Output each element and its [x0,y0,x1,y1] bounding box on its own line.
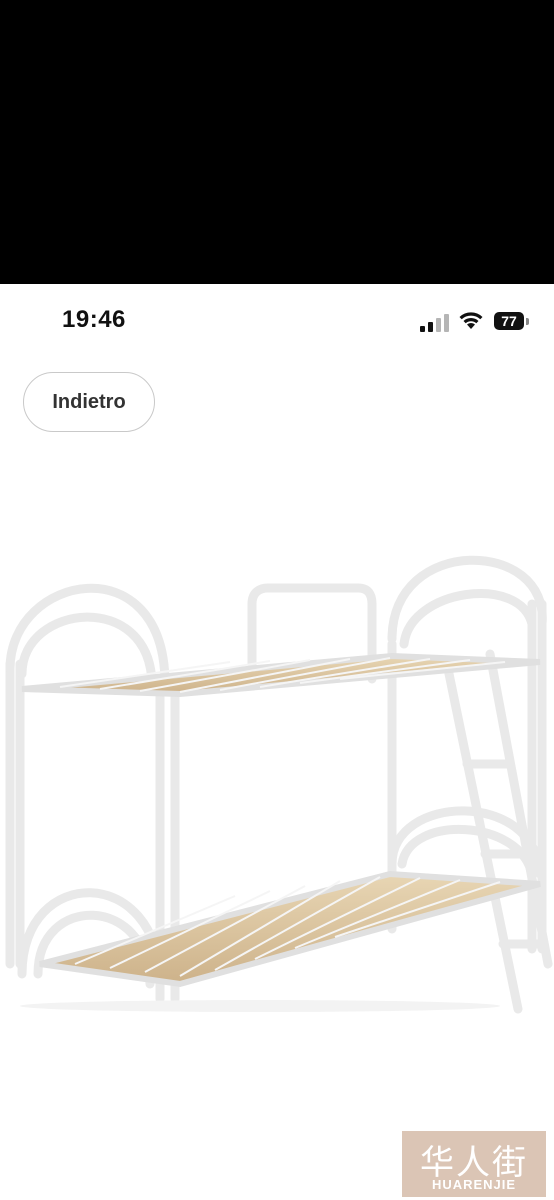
status-bar: 19:46 77 [0,284,554,364]
wifi-icon [459,312,483,329]
phone-screen: 19:46 77 Indietro 华人街 HUARENJIE [0,284,554,1200]
bunk-bed-image [5,555,553,1014]
battery-indicator: 77 [494,312,530,332]
watermark-text: HUARENJIE [431,1177,517,1192]
top-black-band [0,0,554,284]
watermark-logo: 华人街 HUARENJIE [402,1131,546,1197]
cellular-signal-icon [420,314,449,332]
battery-level-text: 77 [494,312,524,330]
back-button[interactable]: Indietro [23,372,155,432]
status-time: 19:46 [62,306,126,333]
battery-tip [526,318,529,325]
